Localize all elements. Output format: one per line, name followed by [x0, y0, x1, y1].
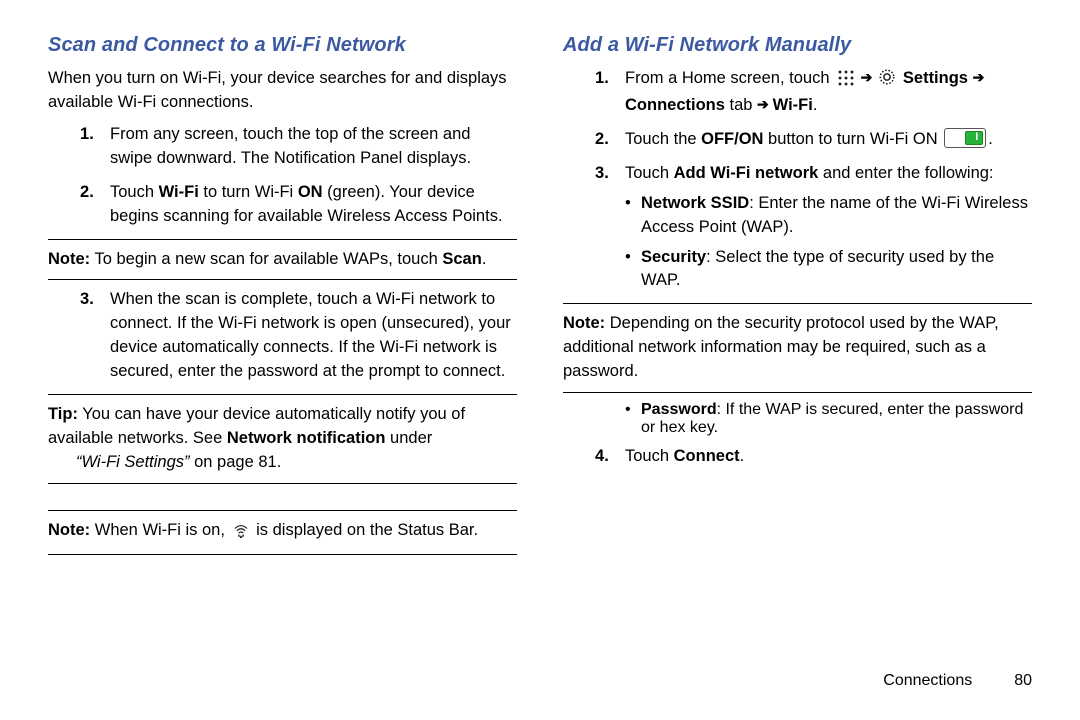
- divider: [48, 483, 517, 484]
- divider: [48, 279, 517, 280]
- scan-steps-3: When the scan is complete, touch a Wi-Fi…: [48, 288, 517, 384]
- note-new-scan: Note: To begin a new scan for available …: [48, 248, 517, 272]
- step-2-a: Touch: [110, 183, 159, 201]
- page-footer: Connections 80: [48, 662, 1032, 690]
- mstep-1: From a Home screen, touch ➔ Settings ➔ C…: [563, 67, 1032, 118]
- bullet-ssid: Network SSID: Enter the name of the Wi-F…: [625, 192, 1032, 240]
- step-1: From any screen, touch the top of the sc…: [48, 123, 517, 171]
- step-2-on: ON: [298, 183, 323, 201]
- m1-end: .: [813, 96, 818, 114]
- manual-page: Scan and Connect to a Wi-Fi Network When…: [0, 0, 1080, 720]
- after-note-block: Password: If the WAP is secured, enter t…: [563, 401, 1032, 437]
- bullet-security: Security: Select the type of security us…: [625, 246, 1032, 294]
- m3-c: and enter the following:: [818, 164, 993, 182]
- mstep-3-bullets: Network SSID: Enter the name of the Wi-F…: [625, 192, 1032, 294]
- step-3: When the scan is complete, touch a Wi-Fi…: [48, 288, 517, 384]
- divider: [48, 510, 517, 511]
- b-pwd-label: Password: [641, 401, 717, 418]
- heading-add-manually: Add a Wi-Fi Network Manually: [563, 34, 1032, 57]
- bullet-password: Password: If the WAP is secured, enter t…: [625, 401, 1032, 437]
- step-2-c: to turn Wi-Fi: [199, 183, 298, 201]
- note2-b: is displayed on the Status Bar.: [256, 521, 478, 539]
- note-status-bar: Note: When Wi-Fi is on, is displayed on …: [48, 519, 517, 546]
- m4-c: .: [740, 447, 745, 465]
- arrow-icon: ➔: [861, 69, 877, 85]
- tip-network-notification: Tip: You can have your device automatica…: [48, 403, 517, 475]
- m2-c: button to turn Wi-Fi ON: [763, 130, 942, 148]
- mstep-4: Touch Connect.: [563, 445, 1032, 469]
- right-column: Add a Wi-Fi Network Manually From a Home…: [563, 34, 1032, 662]
- manual-steps: From a Home screen, touch ➔ Settings ➔ C…: [563, 67, 1032, 293]
- step-2: Touch Wi-Fi to turn Wi-Fi ON (green). Yo…: [48, 181, 517, 229]
- two-column-layout: Scan and Connect to a Wi-Fi Network When…: [48, 34, 1032, 662]
- step-3-text: When the scan is complete, touch a Wi-Fi…: [110, 290, 511, 380]
- divider: [48, 394, 517, 395]
- tip-c: under: [385, 429, 432, 447]
- divider: [563, 303, 1032, 304]
- m2-a: Touch the: [625, 130, 701, 148]
- bullet-password-list: Password: If the WAP is secured, enter t…: [625, 401, 1032, 437]
- note1-c: .: [482, 250, 487, 268]
- note-security-protocol: Note: Depending on the security protocol…: [563, 312, 1032, 384]
- apps-icon: [836, 68, 854, 86]
- settings-icon: [878, 68, 896, 94]
- m1-connections: Connections: [625, 96, 725, 114]
- m3-add: Add Wi-Fi network: [674, 164, 819, 182]
- heading-scan-connect: Scan and Connect to a Wi-Fi Network: [48, 34, 517, 57]
- footer-page-number: 80: [990, 672, 1032, 690]
- tip-label: Tip:: [48, 405, 78, 423]
- left-column: Scan and Connect to a Wi-Fi Network When…: [48, 34, 517, 662]
- note2-a: When Wi-Fi is on,: [90, 521, 229, 539]
- arrow-icon: ➔: [757, 96, 773, 112]
- divider: [48, 239, 517, 240]
- divider: [563, 392, 1032, 393]
- tip-wifi-settings: “Wi-Fi Settings”: [76, 453, 190, 471]
- wifi-icon: [232, 522, 250, 546]
- note2-label: Note:: [48, 521, 90, 539]
- rnote-label: Note:: [563, 314, 605, 332]
- mstep-3: Touch Add Wi-Fi network and enter the fo…: [563, 162, 1032, 294]
- m1-settings: Settings: [903, 69, 968, 87]
- m2-d: .: [988, 130, 993, 148]
- m1-a: From a Home screen, touch: [625, 69, 834, 87]
- intro-paragraph: When you turn on Wi-Fi, your device sear…: [48, 67, 517, 115]
- divider: [48, 554, 517, 555]
- mstep-2: Touch the OFF/ON button to turn Wi-Fi ON…: [563, 128, 1032, 152]
- tip-netnotif: Network notification: [227, 429, 386, 447]
- step-2-wifi: Wi-Fi: [159, 183, 199, 201]
- m1-wifi: Wi-Fi: [773, 96, 813, 114]
- m1-tab: tab: [725, 96, 757, 114]
- m3-a: Touch: [625, 164, 674, 182]
- note-label: Note:: [48, 250, 90, 268]
- arrow-icon: ➔: [973, 69, 985, 85]
- note1-scan: Scan: [442, 250, 481, 268]
- b-ssid-label: Network SSID: [641, 194, 749, 212]
- manual-steps-4: Touch Connect.: [563, 445, 1032, 469]
- m4-connect: Connect: [674, 447, 740, 465]
- note1-a: To begin a new scan for available WAPs, …: [90, 250, 442, 268]
- b-sec-label: Security: [641, 248, 706, 266]
- step-1-text: From any screen, touch the top of the sc…: [110, 125, 471, 167]
- m2-offon: OFF/ON: [701, 130, 763, 148]
- tip-e: on page 81.: [190, 453, 282, 471]
- scan-steps-1-2: From any screen, touch the top of the sc…: [48, 123, 517, 229]
- spacer: [48, 492, 517, 502]
- rnote-text: Depending on the security protocol used …: [563, 314, 999, 380]
- footer-section: Connections: [883, 672, 972, 689]
- toggle-on-icon: [944, 128, 986, 148]
- m4-a: Touch: [625, 447, 674, 465]
